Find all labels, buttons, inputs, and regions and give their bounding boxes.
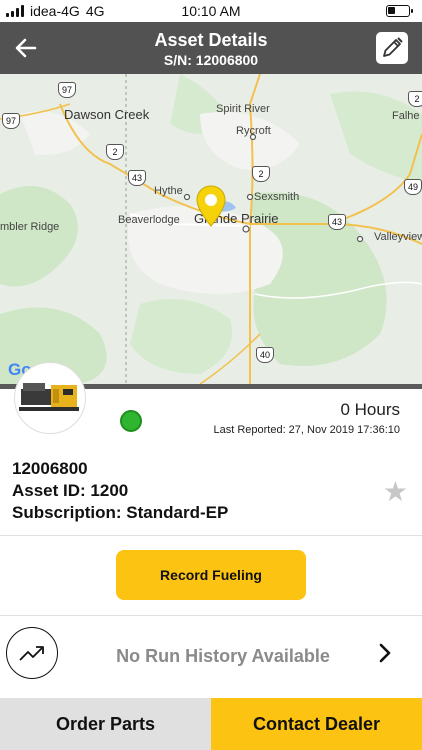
highway-shield: 97	[58, 82, 76, 98]
highway-shield: 49	[404, 179, 422, 195]
last-reported: Last Reported: 27, Nov 2019 17:36:10	[213, 424, 400, 436]
highway-shield: 97	[2, 113, 20, 129]
record-fueling-button[interactable]: Record Fueling	[116, 550, 306, 600]
chevron-right-icon[interactable]	[378, 642, 392, 670]
favorite-star-icon[interactable]: ★	[383, 475, 408, 508]
highway-shield: 2	[408, 91, 422, 107]
map-label: Falhe	[392, 110, 420, 122]
highway-shield: 43	[328, 214, 346, 230]
no-run-history-text: No Run History Available	[116, 646, 330, 666]
bottom-action-bar: Order Parts Contact Dealer	[0, 698, 422, 750]
highway-shield: 43	[128, 170, 146, 186]
map-label: Hythe	[154, 185, 183, 197]
status-time: 10:10 AM	[181, 3, 241, 19]
map-label: Rycroft	[236, 125, 271, 137]
status-bar: idea-4G 4G 10:10 AM	[0, 0, 422, 22]
generator-icon	[19, 383, 79, 411]
location-pin-icon[interactable]	[194, 184, 228, 228]
app-header: Asset Details S/N: 12006800	[0, 22, 422, 74]
map-label: Valleyview	[374, 231, 422, 243]
asset-image	[14, 362, 86, 434]
asset-subscription: Subscription: Standard-EP	[12, 503, 229, 522]
asset-location-map[interactable]: Dawson Creek Spirit River Rycroft Falhe …	[0, 74, 422, 384]
highway-shield: 40	[256, 347, 274, 363]
asset-serial-number: 12006800	[12, 459, 88, 478]
hours-value: 0 Hours	[340, 400, 400, 419]
highway-shield: 2	[252, 166, 270, 182]
status-indicator-icon	[120, 410, 142, 432]
order-parts-button[interactable]: Order Parts	[0, 698, 211, 750]
asset-id: Asset ID: 1200	[12, 481, 129, 500]
edit-pencil-icon	[383, 37, 403, 57]
map-label: Dawson Creek	[64, 107, 150, 122]
page-title: Asset Details	[154, 30, 268, 50]
highway-shield: 2	[106, 144, 124, 160]
battery-icon	[386, 5, 413, 17]
divider	[0, 535, 422, 536]
edit-button[interactable]	[376, 32, 408, 64]
map-label: mbler Ridge	[0, 221, 60, 233]
map-label: Beaverlodge	[118, 214, 180, 226]
map-label: Sexsmith	[254, 191, 300, 203]
page-subtitle-serial: S/N: 12006800	[163, 52, 259, 68]
contact-dealer-button[interactable]: Contact Dealer	[211, 698, 422, 750]
asset-details: 12006800 Asset ID: 1200 Subscription: St…	[0, 447, 422, 535]
map-label: Spirit River	[216, 103, 270, 115]
